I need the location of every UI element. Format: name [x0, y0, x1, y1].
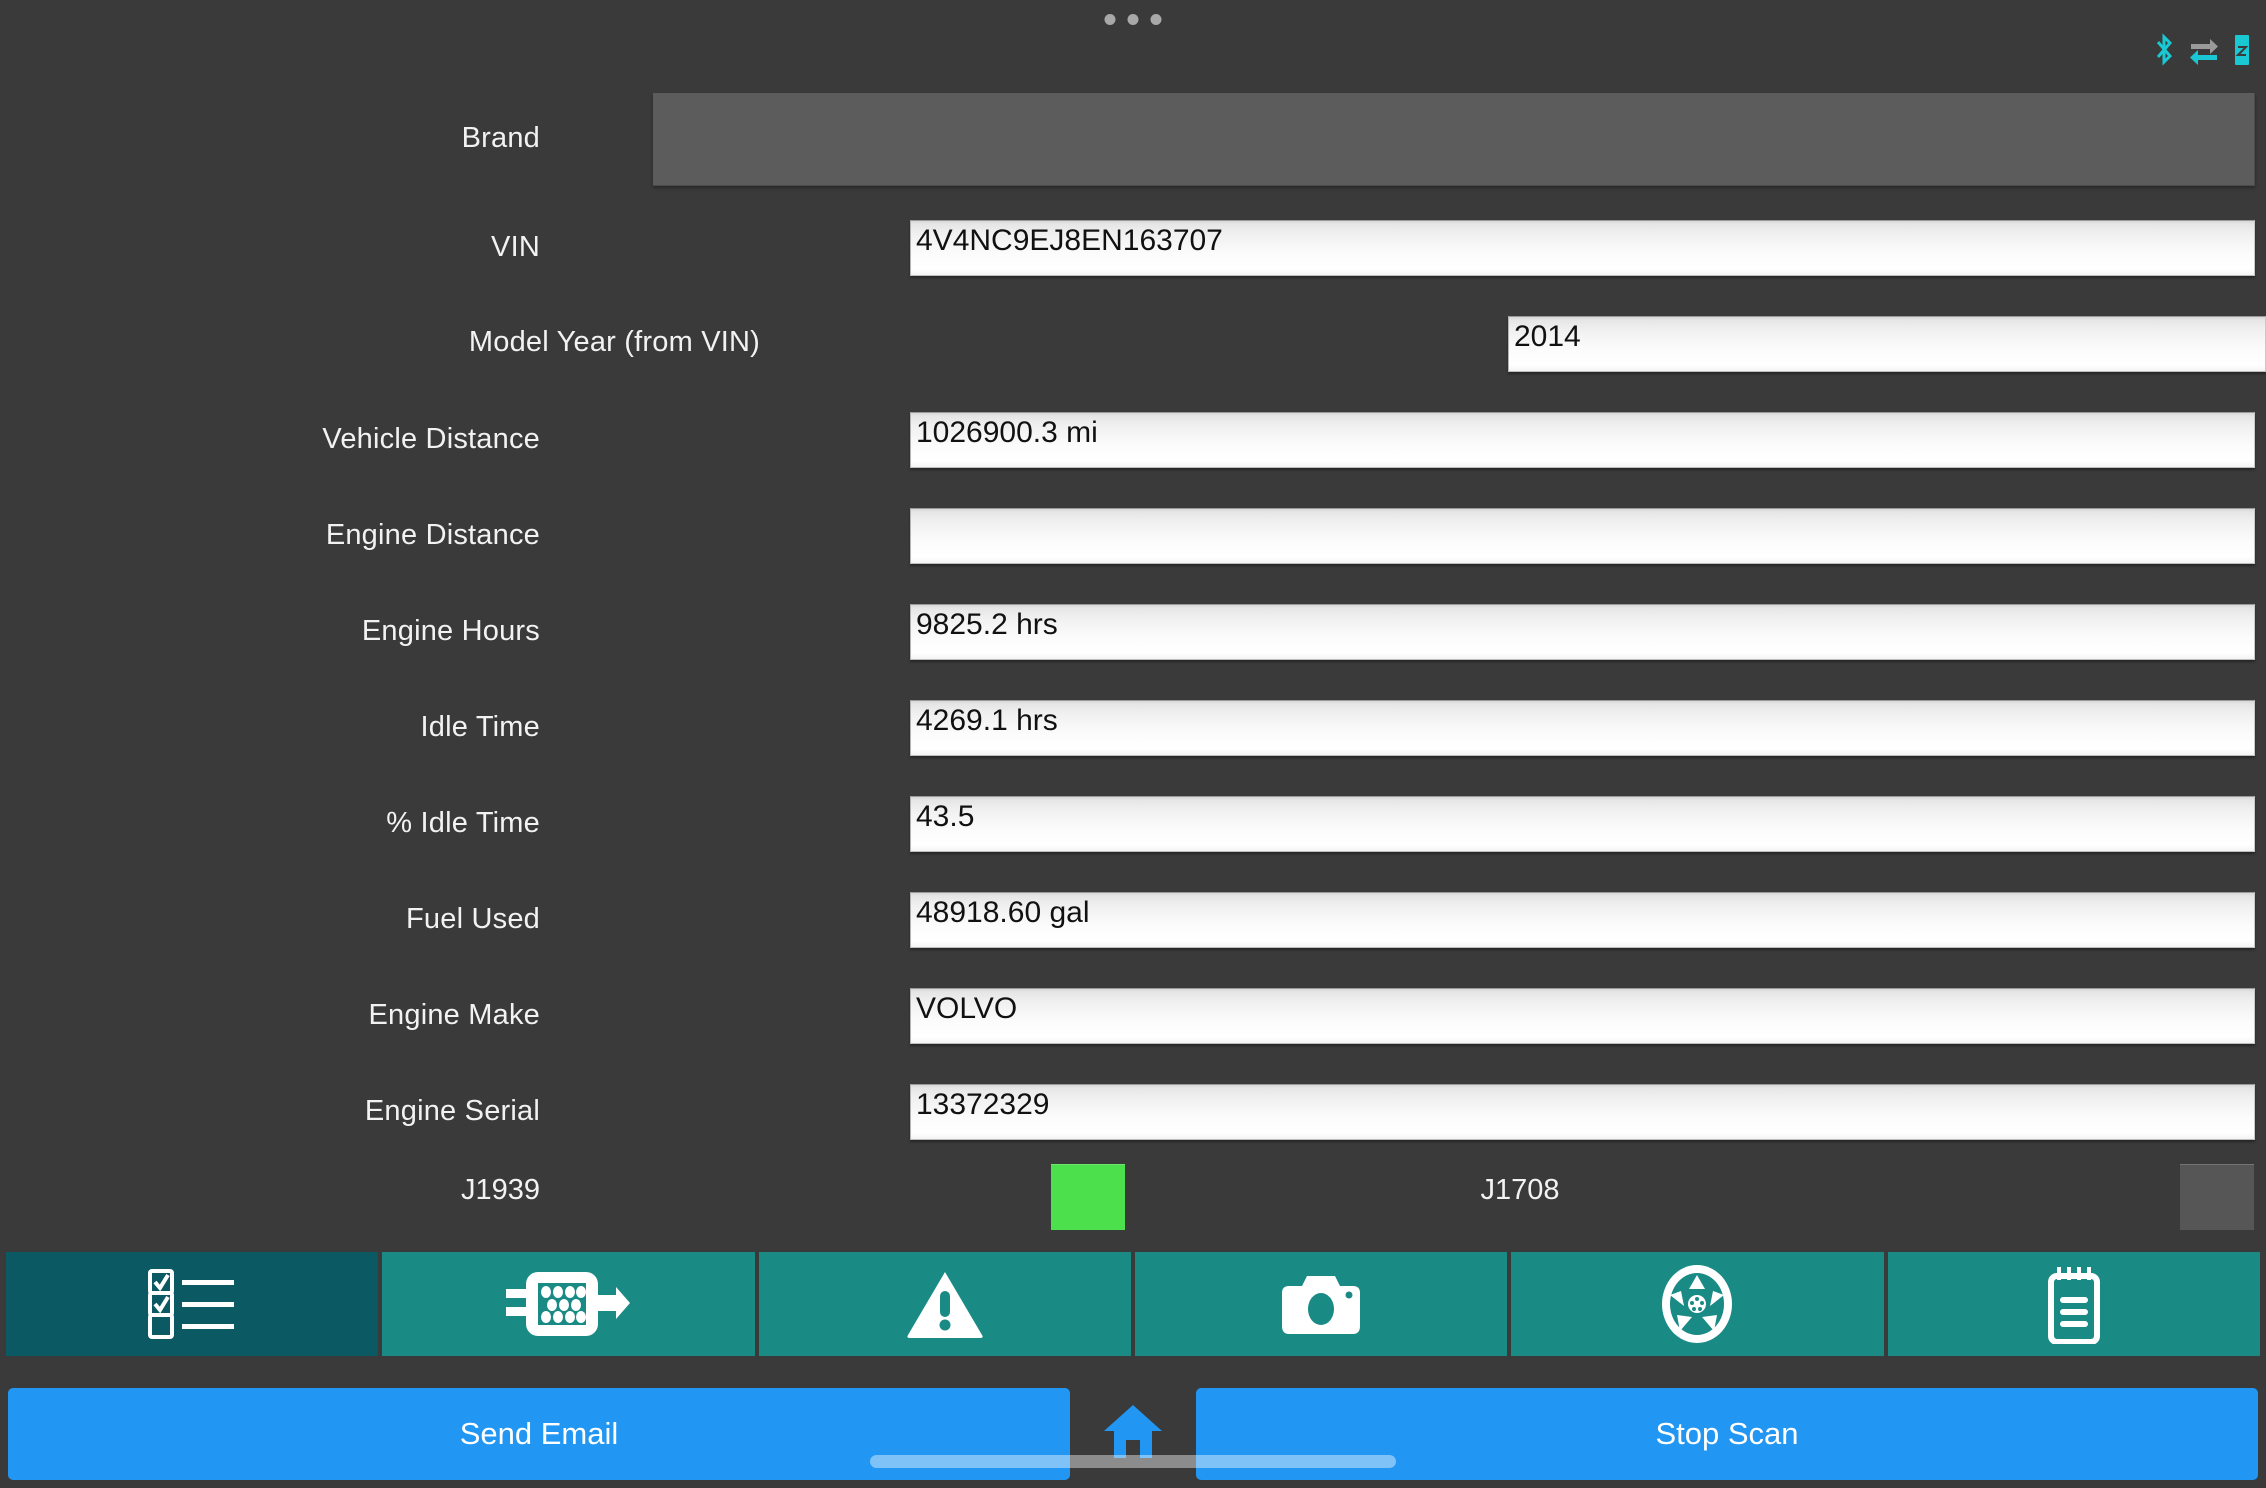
form-row-engine-hours: Engine Hours 9825.2 hrs	[0, 587, 2266, 683]
form-row-vin: VIN 4V4NC9EJ8EN163707	[0, 203, 2266, 299]
label-idle-time: Idle Time	[420, 711, 540, 743]
label-vehicle-distance: Vehicle Distance	[322, 423, 540, 455]
vehicle-info-form: Brand VIN 4V4NC9EJ8EN163707 Model Year (…	[0, 78, 2266, 1246]
protocol-status-row: J1939 J1708	[0, 1164, 2266, 1246]
warning-triangle-icon	[906, 1269, 984, 1339]
value-engine-hours: 9825.2 hrs	[916, 608, 1058, 641]
input-engine-serial[interactable]: 13372329	[910, 1084, 2255, 1140]
bluetooth-icon	[2152, 33, 2176, 67]
value-engine-make: VOLVO	[916, 992, 1018, 1025]
input-engine-make[interactable]: VOLVO	[910, 988, 2255, 1044]
brand-spinner[interactable]	[653, 93, 2255, 186]
form-row-engine-distance: Engine Distance	[0, 491, 2266, 587]
label-j1708: J1708	[1480, 1174, 1560, 1206]
input-vehicle-distance[interactable]: 1026900.3 mi	[910, 412, 2255, 468]
tab-notes[interactable]	[1887, 1252, 2260, 1356]
tab-photos[interactable]	[1134, 1252, 1508, 1356]
value-vehicle-distance: 1026900.3 mi	[916, 416, 1098, 449]
form-row-vehicle-distance: Vehicle Distance 1026900.3 mi	[0, 395, 2266, 491]
tab-wheels[interactable]	[1511, 1252, 1884, 1356]
input-percent-idle-time[interactable]: 43.5	[910, 796, 2255, 852]
stop-scan-button[interactable]: Stop Scan	[1196, 1388, 2258, 1480]
tab-diagnostic-connector[interactable]	[382, 1252, 755, 1356]
value-engine-serial: 13372329	[916, 1088, 1050, 1121]
input-model-year[interactable]: 2014	[1508, 316, 2266, 372]
tab-faults[interactable]	[758, 1252, 1131, 1356]
input-engine-distance[interactable]	[910, 508, 2255, 564]
form-row-model-year: Model Year (from VIN) 2014	[0, 299, 2266, 395]
checklist-icon	[144, 1265, 240, 1343]
obd-connector-icon	[504, 1267, 632, 1341]
form-row-brand: Brand	[0, 78, 2266, 203]
status-bar	[0, 0, 2266, 78]
bottom-tab-bar	[0, 1252, 2266, 1356]
drag-dot	[1104, 14, 1116, 25]
notepad-icon	[2041, 1264, 2107, 1344]
status-icon-group	[2152, 33, 2252, 67]
form-row-idle-time: Idle Time 4269.1 hrs	[0, 683, 2266, 779]
led-j1939	[1051, 1164, 1125, 1230]
label-fuel-used: Fuel Used	[406, 903, 540, 935]
input-idle-time[interactable]: 4269.1 hrs	[910, 700, 2255, 756]
value-model-year: 2014	[1514, 320, 1581, 353]
label-engine-make: Engine Make	[368, 999, 540, 1031]
value-idle-time: 4269.1 hrs	[916, 704, 1058, 737]
form-row-fuel-used: Fuel Used 48918.60 gal	[0, 875, 2266, 971]
led-j1708	[2180, 1164, 2254, 1230]
label-engine-serial: Engine Serial	[364, 1095, 540, 1127]
label-engine-hours: Engine Hours	[361, 615, 540, 647]
action-bar: Send Email Stop Scan	[0, 1380, 2266, 1488]
label-j1939: J1939	[460, 1174, 540, 1206]
wheel-icon	[1660, 1263, 1734, 1345]
label-model-year: Model Year (from VIN)	[468, 326, 760, 358]
input-fuel-used[interactable]: 48918.60 gal	[910, 892, 2255, 948]
label-percent-idle-time: % Idle Time	[386, 807, 540, 839]
tab-checklist[interactable]	[6, 1252, 379, 1356]
drag-dot	[1127, 14, 1139, 25]
value-vin: 4V4NC9EJ8EN163707	[916, 224, 1223, 257]
data-transfer-icon	[2188, 33, 2220, 67]
app-root: Brand VIN 4V4NC9EJ8EN163707 Model Year (…	[0, 0, 2266, 1488]
label-vin: VIN	[491, 231, 540, 263]
device-battery-icon	[2232, 33, 2252, 67]
value-percent-idle-time: 43.5	[916, 800, 975, 833]
input-engine-hours[interactable]: 9825.2 hrs	[910, 604, 2255, 660]
home-button[interactable]	[1070, 1380, 1196, 1488]
home-icon	[1102, 1403, 1164, 1466]
form-row-engine-serial: Engine Serial 13372329	[0, 1067, 2266, 1163]
form-row-engine-make: Engine Make VOLVO	[0, 971, 2266, 1067]
camera-icon	[1281, 1271, 1361, 1337]
label-brand: Brand	[461, 122, 540, 154]
form-row-percent-idle-time: % Idle Time 43.5	[0, 779, 2266, 875]
drag-dot	[1150, 14, 1162, 25]
value-fuel-used: 48918.60 gal	[916, 896, 1090, 929]
drag-handle-dots[interactable]	[1104, 14, 1162, 25]
input-vin[interactable]: 4V4NC9EJ8EN163707	[910, 220, 2255, 276]
send-email-button[interactable]: Send Email	[8, 1388, 1070, 1480]
label-engine-distance: Engine Distance	[325, 519, 540, 551]
